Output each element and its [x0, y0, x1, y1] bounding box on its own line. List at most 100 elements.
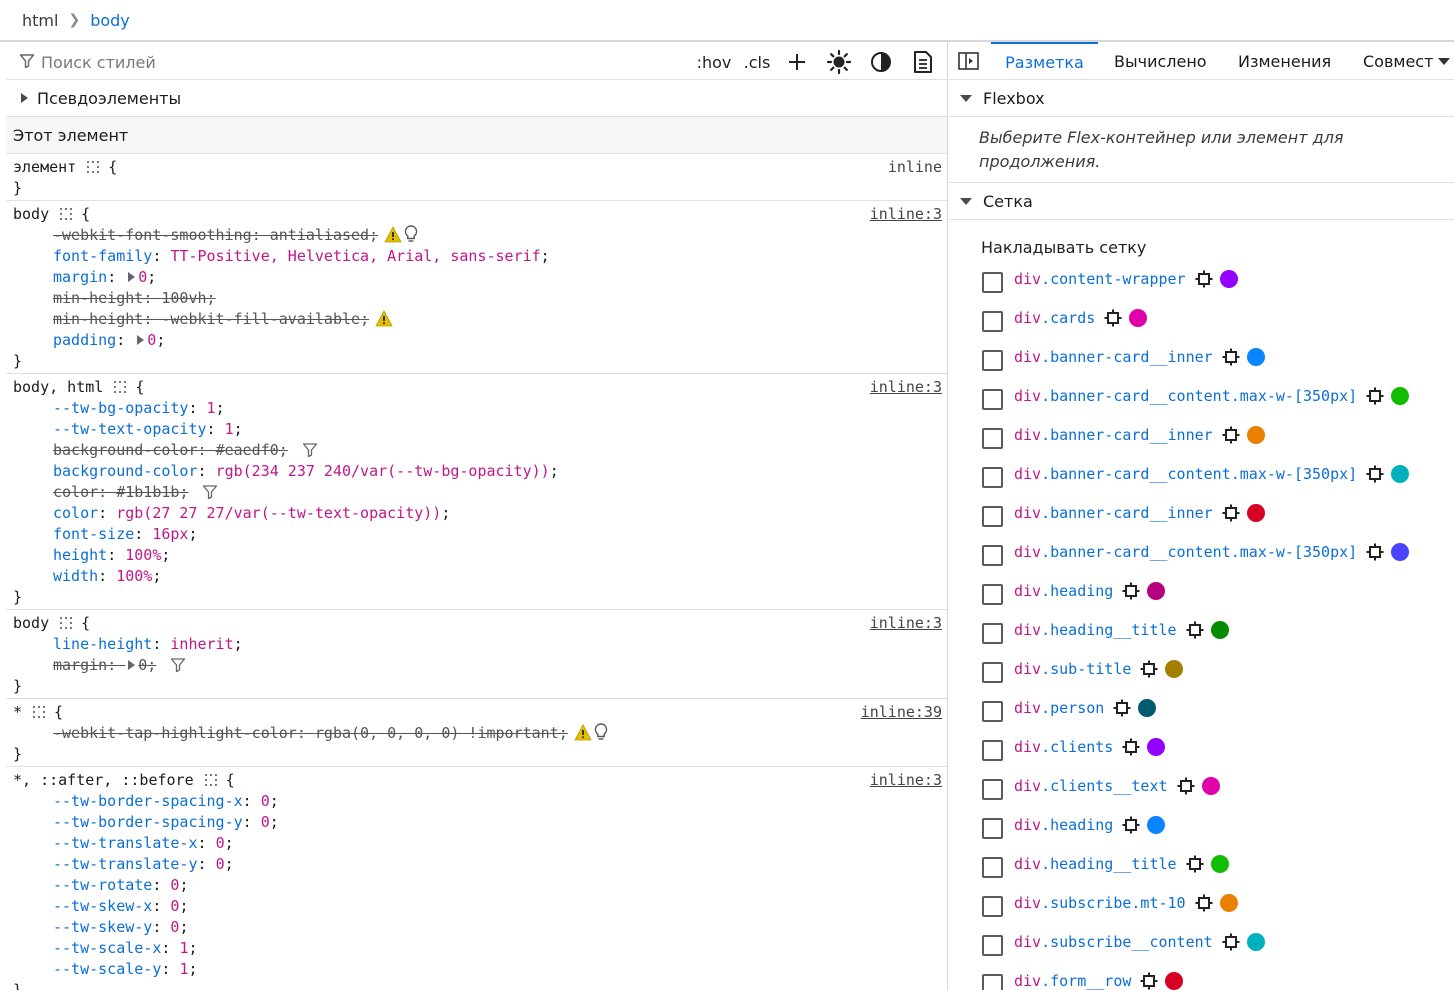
grid-element-label[interactable]: div .clients — [1014, 738, 1166, 756]
property-name[interactable]: --tw-border-spacing-x — [53, 792, 243, 810]
property-name[interactable]: --tw-skew-y — [53, 918, 152, 936]
declaration[interactable]: padding: 0; — [6, 330, 947, 351]
property-value[interactable]: 0 — [261, 813, 270, 831]
highlight-target-icon[interactable] — [1222, 933, 1240, 951]
property-name[interactable]: --tw-scale-x — [53, 939, 161, 957]
property-value[interactable]: 100% — [125, 546, 161, 564]
declaration[interactable]: line-height: inherit; — [6, 634, 947, 655]
grid-overlay-checkbox[interactable] — [982, 584, 1003, 605]
property-value[interactable]: rgba(0, 0, 0, 0) !important — [315, 724, 559, 742]
grid-element-label[interactable]: div .banner-card__inner — [1014, 348, 1265, 366]
property-name[interactable]: padding — [53, 331, 116, 349]
highlight-target-icon[interactable] — [1366, 465, 1384, 483]
property-name[interactable]: color — [53, 504, 98, 522]
property-value[interactable]: TT-Positive, Helvetica, Arial, sans-seri… — [170, 247, 540, 265]
grid-element-label[interactable]: div .form__row — [1014, 972, 1184, 990]
grid-color-swatch[interactable] — [1246, 933, 1265, 951]
grid-color-swatch[interactable] — [1210, 621, 1229, 639]
grid-element-label[interactable]: div .banner-card__content.max-w-[350px] — [1014, 543, 1410, 561]
declaration[interactable]: font-family: TT-Positive, Helvetica, Ari… — [6, 246, 947, 267]
highlight-target-icon[interactable] — [1113, 699, 1131, 717]
property-name[interactable]: background-color — [53, 441, 198, 459]
grid-element-label[interactable]: div .banner-card__content.max-w-[350px] — [1014, 387, 1410, 405]
property-value[interactable]: 0 — [261, 792, 270, 810]
rule-selector[interactable]: body — [13, 614, 49, 632]
grid-overlay-checkbox[interactable] — [982, 311, 1003, 332]
grid-element-label[interactable]: div .heading — [1014, 582, 1166, 600]
grid-dots-icon[interactable] — [59, 615, 73, 629]
grid-overlay-checkbox[interactable] — [982, 389, 1003, 410]
property-name[interactable]: --tw-translate-y — [53, 855, 198, 873]
rule-selector[interactable]: body, html — [13, 378, 103, 396]
property-name[interactable]: color — [53, 483, 98, 501]
property-name[interactable]: min-height — [53, 310, 143, 328]
rule-selector[interactable]: * — [13, 703, 22, 721]
grid-overlay-checkbox[interactable] — [982, 545, 1003, 566]
property-name[interactable]: -webkit-tap-highlight-color — [53, 724, 297, 742]
tab-compatibility[interactable]: Совмест — [1363, 42, 1433, 80]
grid-overlay-checkbox[interactable] — [982, 272, 1003, 293]
grid-element-label[interactable]: div .banner-card__content.max-w-[350px] — [1014, 465, 1410, 483]
property-value[interactable]: rgb(27 27 27/var(--tw-text-opacity)) — [116, 504, 441, 522]
grid-color-swatch[interactable] — [1246, 426, 1265, 444]
property-value[interactable]: 1 — [225, 420, 234, 438]
declaration[interactable]: --tw-scale-x: 1; — [6, 938, 947, 959]
grid-color-swatch[interactable] — [1129, 309, 1148, 327]
grid-color-swatch[interactable] — [1165, 972, 1184, 990]
property-name[interactable]: --tw-translate-x — [53, 834, 198, 852]
highlight-target-icon[interactable] — [1177, 777, 1195, 795]
breadcrumb-body[interactable]: body — [90, 11, 130, 30]
declaration[interactable]: font-size: 16px; — [6, 524, 947, 545]
highlight-target-icon[interactable] — [1195, 894, 1213, 912]
declaration[interactable]: --tw-scale-y: 1; — [6, 959, 947, 980]
declaration[interactable]: --tw-border-spacing-x: 0; — [6, 791, 947, 812]
flexbox-section-header[interactable]: Flexbox — [949, 80, 1454, 117]
rule-source-link[interactable]: inline:39 — [861, 702, 942, 723]
declaration[interactable]: --tw-text-opacity: 1; — [6, 419, 947, 440]
rule-source-link[interactable]: inline:3 — [870, 613, 942, 634]
declaration[interactable]: --tw-skew-x: 0; — [6, 896, 947, 917]
expand-arrow-icon[interactable] — [128, 660, 136, 670]
rule-selector[interactable]: *, ::after, ::before — [13, 771, 194, 789]
grid-overlay-checkbox[interactable] — [982, 818, 1003, 839]
grid-color-swatch[interactable] — [1219, 894, 1238, 912]
tab-computed[interactable]: Вычислено — [1114, 42, 1207, 80]
highlight-target-icon[interactable] — [1122, 816, 1140, 834]
grid-element-label[interactable]: div .banner-card__inner — [1014, 504, 1265, 522]
property-value[interactable]: 1 — [207, 399, 216, 417]
property-name[interactable]: --tw-scale-y — [53, 960, 161, 978]
rule-selector[interactable]: элемент — [13, 158, 76, 176]
tab-layout[interactable]: Разметка — [991, 42, 1098, 80]
highlight-target-icon[interactable] — [1186, 855, 1204, 873]
grid-dots-icon[interactable] — [204, 772, 218, 786]
declaration[interactable]: --tw-skew-y: 0; — [6, 917, 947, 938]
property-value[interactable]: inherit — [170, 635, 233, 653]
highlight-target-icon[interactable] — [1366, 387, 1384, 405]
grid-element-label[interactable]: div .heading__title — [1014, 855, 1229, 873]
grid-overlay-checkbox[interactable] — [982, 974, 1003, 990]
grid-color-swatch[interactable] — [1147, 816, 1166, 834]
grid-color-swatch[interactable] — [1391, 543, 1410, 561]
grid-dots-icon[interactable] — [86, 159, 100, 173]
grid-element-label[interactable]: div .content-wrapper — [1014, 270, 1238, 288]
expand-arrow-icon[interactable] — [128, 272, 136, 282]
declaration[interactable]: --tw-translate-x: 0; — [6, 833, 947, 854]
property-value[interactable]: -webkit-fill-available — [161, 310, 360, 328]
grid-overlay-checkbox[interactable] — [982, 428, 1003, 449]
property-name[interactable]: font-family — [53, 247, 152, 265]
light-scheme-button[interactable] — [826, 50, 852, 74]
declaration[interactable]: margin: 0; — [6, 655, 947, 676]
highlight-target-icon[interactable] — [1122, 582, 1140, 600]
grid-overlay-checkbox[interactable] — [982, 350, 1003, 371]
grid-overlay-checkbox[interactable] — [982, 662, 1003, 683]
rule-source-link[interactable]: inline:3 — [870, 204, 942, 225]
declaration[interactable]: min-height: 100vh; — [6, 288, 947, 309]
grid-element-label[interactable]: div .clients__text — [1014, 777, 1220, 795]
declaration[interactable]: color: #1b1b1b; — [6, 482, 947, 503]
declaration[interactable]: background-color: rgb(234 237 240/var(--… — [6, 461, 947, 482]
grid-element-label[interactable]: div .sub-title — [1014, 660, 1184, 678]
declaration[interactable]: -webkit-font-smoothing: antialiased; — [6, 225, 947, 246]
grid-element-label[interactable]: div .heading__title — [1014, 621, 1229, 639]
rule-source-link[interactable]: inline:3 — [870, 770, 942, 791]
grid-color-swatch[interactable] — [1219, 270, 1238, 288]
